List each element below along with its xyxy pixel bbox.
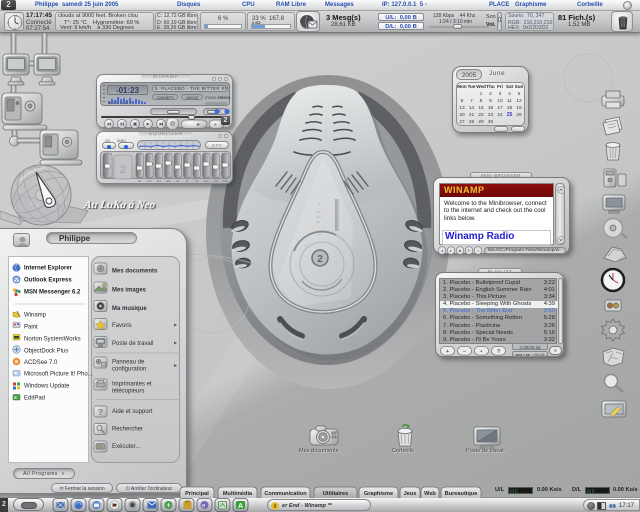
svg-text:Wed: Wed (476, 84, 486, 89)
svg-text:A: A (238, 503, 243, 510)
svg-text:12: 12 (516, 98, 522, 104)
svg-text:télécopieurs: télécopieurs (112, 389, 144, 395)
svg-text:Fri: Fri (497, 84, 503, 89)
svg-text:.=: .= (318, 202, 321, 206)
svg-text:Norton SystemWorks: Norton SystemWorks (24, 337, 81, 343)
svg-text:9: 9 (489, 98, 492, 104)
svg-text:▪: ▪ (481, 349, 483, 355)
svg-text:17: 17 (497, 105, 503, 111)
svg-text:Panneau de: Panneau de (112, 360, 145, 366)
svg-text:Windows Update: Windows Update (24, 384, 70, 390)
svg-text:1: 1 (480, 91, 483, 97)
svg-text:27: 27 (459, 119, 465, 125)
svg-text:21: 21 (469, 112, 475, 118)
svg-text:EditPad: EditPad (24, 396, 45, 402)
svg-text:9: 9 (7, 20, 9, 24)
svg-text:Internet Explorer: Internet Explorer (24, 266, 73, 272)
svg-text:Imprimantes et: Imprimantes et (112, 382, 152, 388)
svg-text:==: == (316, 220, 320, 224)
svg-text:Winamp: Winamp (24, 313, 47, 319)
svg-text:2: 2 (317, 254, 323, 265)
svg-text:Thu: Thu (486, 84, 495, 89)
svg-text:−: − (463, 349, 466, 355)
svg-text:Sat: Sat (506, 84, 514, 89)
svg-text:3: 3 (499, 91, 502, 97)
svg-text:6k: 6k (195, 179, 199, 183)
svg-text:16k: 16k (223, 179, 228, 183)
svg-text:2: 2 (489, 91, 492, 97)
svg-text:?: ? (98, 408, 103, 417)
svg-text:ACDSee 7.0: ACDSee 7.0 (24, 360, 58, 366)
svg-text:▸: ▸ (174, 363, 177, 369)
svg-text:8: 8 (480, 98, 483, 104)
svg-text:Communication: Communication (264, 491, 307, 497)
svg-text:Poste de travail: Poste de travail (112, 341, 153, 347)
svg-text:3: 3 (20, 20, 22, 24)
svg-text:Web: Web (424, 491, 436, 497)
svg-text:29: 29 (478, 119, 484, 125)
svg-text:19: 19 (516, 105, 522, 111)
svg-text:__..: __.. (303, 242, 309, 246)
svg-text:-==: -== (316, 210, 321, 214)
svg-text:18: 18 (507, 105, 513, 111)
svg-text:15: 15 (478, 105, 484, 111)
svg-text:12k: 12k (204, 179, 209, 183)
svg-text:Exécuter...: Exécuter... (112, 444, 141, 450)
svg-text:ObjectDock Plus: ObjectDock Plus (24, 349, 68, 355)
svg-text:28: 28 (469, 119, 475, 125)
svg-text:Tue: Tue (468, 84, 476, 89)
svg-text:24: 24 (497, 112, 503, 118)
svg-text:30: 30 (488, 119, 494, 125)
svg-text:Aide et support: Aide et support (112, 409, 153, 415)
svg-text:Rechercher: Rechercher (112, 427, 143, 433)
svg-text:+: + (446, 349, 449, 355)
svg-text:MSN Messenger 6.2: MSN Messenger 6.2 (24, 290, 81, 296)
svg-text:Paint: Paint (24, 325, 38, 331)
svg-text:13: 13 (459, 105, 465, 111)
svg-text:configuration: configuration (112, 367, 146, 373)
svg-text:11: 11 (507, 98, 512, 104)
svg-text:16: 16 (488, 105, 494, 111)
svg-text:Sun: Sun (515, 84, 524, 89)
svg-text:4: 4 (508, 91, 511, 97)
svg-text:E: E (14, 395, 17, 400)
svg-text:---: --- (318, 232, 321, 236)
svg-text:↻: ↻ (467, 248, 470, 253)
svg-text:▸: ▸ (174, 341, 177, 347)
svg-text:7: 7 (470, 98, 473, 104)
svg-text:Favoris: Favoris (112, 323, 132, 329)
svg-text:Principal: Principal (185, 491, 209, 497)
svg-text:Mes documents: Mes documents (112, 269, 158, 275)
svg-text:▸: ▸ (450, 248, 452, 253)
svg-text:Bureautique: Bureautique (445, 491, 478, 497)
svg-text:▸: ▸ (174, 323, 177, 329)
svg-text:Outlook Express: Outlook Express (24, 278, 72, 284)
svg-text:Jeux: Jeux (404, 491, 418, 497)
svg-text:Ma musique: Ma musique (112, 306, 147, 312)
svg-text:Graphisme: Graphisme (364, 491, 393, 497)
svg-text:25: 25 (507, 112, 513, 118)
svg-text:Mon: Mon (457, 84, 467, 89)
svg-text:◂: ◂ (441, 248, 443, 253)
svg-text:=.=: =.= (316, 215, 321, 219)
svg-text:23: 23 (488, 112, 494, 118)
svg-text:20: 20 (459, 112, 465, 118)
svg-text:14k: 14k (213, 179, 218, 183)
svg-text:10: 10 (497, 98, 503, 104)
svg-text:Multimédia: Multimédia (223, 491, 253, 497)
svg-text:22: 22 (478, 112, 484, 118)
svg-text:Utilitaires: Utilitaires (323, 491, 349, 497)
svg-text:3k: 3k (186, 179, 190, 183)
svg-text:14: 14 (469, 105, 475, 111)
svg-text:5: 5 (518, 91, 521, 97)
svg-text:Mes images: Mes images (112, 288, 147, 294)
svg-text:6: 6 (14, 27, 16, 31)
svg-text:26: 26 (516, 112, 522, 118)
svg-text:Microsoft Picture It! Pho...: Microsoft Picture It! Pho... (24, 372, 93, 378)
svg-text:6: 6 (461, 98, 464, 104)
